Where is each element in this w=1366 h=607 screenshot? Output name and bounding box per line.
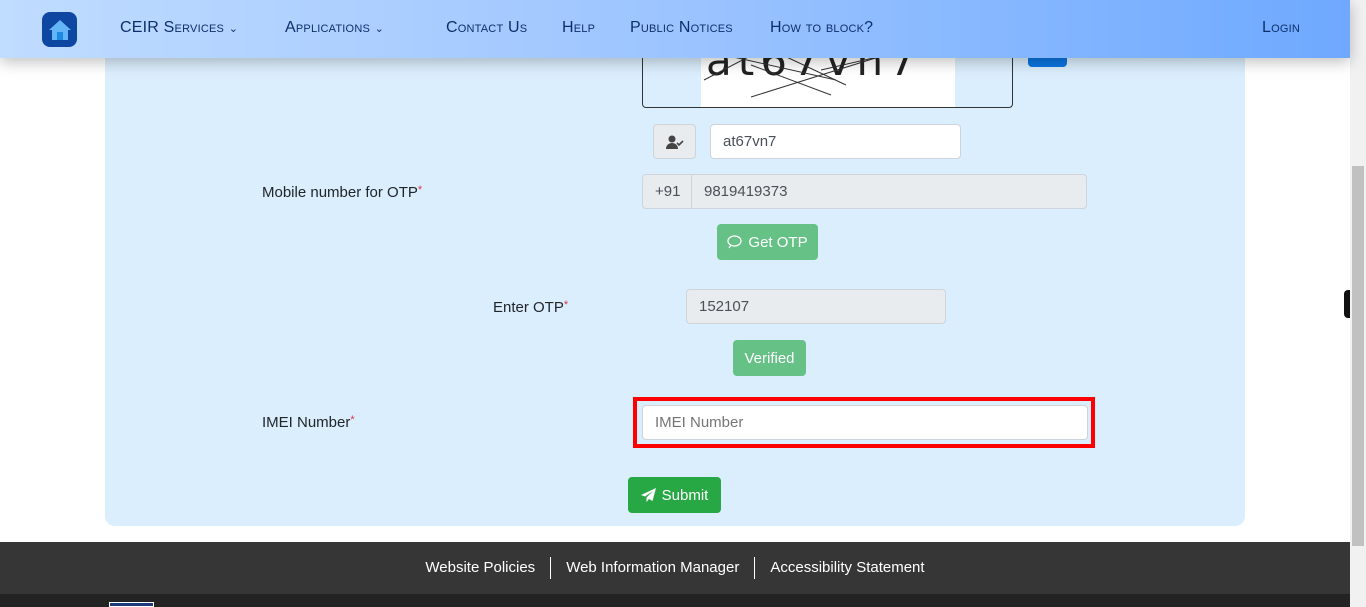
imei-label: IMEI Number* [262,414,355,431]
footer-website-policies[interactable]: Website Policies [410,557,550,579]
home-icon[interactable] [42,12,77,47]
footer-logo [109,602,154,607]
mobile-label: Mobile number for OTP* [262,184,423,201]
submit-button[interactable]: Submit [628,477,721,513]
chevron-down-icon: ⌄ [374,23,385,35]
paper-plane-icon [640,488,656,502]
nav-contact-us[interactable]: Contact Us [446,19,527,37]
nav-public-notices[interactable]: Public Notices [630,19,733,37]
footer-accessibility-statement[interactable]: Accessibility Statement [754,557,939,579]
user-check-icon [653,124,696,159]
scrollbar-thumb[interactable] [1352,166,1364,546]
imei-input[interactable] [642,405,1088,440]
footer-web-information-manager[interactable]: Web Information Manager [550,557,754,579]
nav-applications[interactable]: Applications ⌄ [285,19,384,37]
login-link[interactable]: Login [1262,19,1300,37]
nav-how-to-block[interactable]: How to block? [770,19,873,37]
otp-label: Enter OTP* [493,299,569,316]
footer-bottom [0,594,1350,607]
captcha-input[interactable]: at67vn7 [710,124,961,159]
nav-help[interactable]: Help [562,19,595,37]
nav-ceir-services[interactable]: CEIR Services ⌄ [120,19,238,37]
get-otp-button[interactable]: Get OTP [717,224,818,260]
mobile-input[interactable]: 9819419373 [691,174,1087,209]
scrollbar[interactable] [1350,0,1366,607]
otp-input[interactable]: 152107 [686,289,946,324]
chat-icon [727,235,743,249]
country-code: +91 [642,174,692,209]
footer-links: Website Policies Web Information Manager… [0,542,1350,594]
top-navbar: CEIR Services ⌄ Applications ⌄ Contact U… [0,0,1350,58]
verified-button[interactable]: Verified [733,340,806,376]
chevron-down-icon: ⌄ [228,23,239,35]
